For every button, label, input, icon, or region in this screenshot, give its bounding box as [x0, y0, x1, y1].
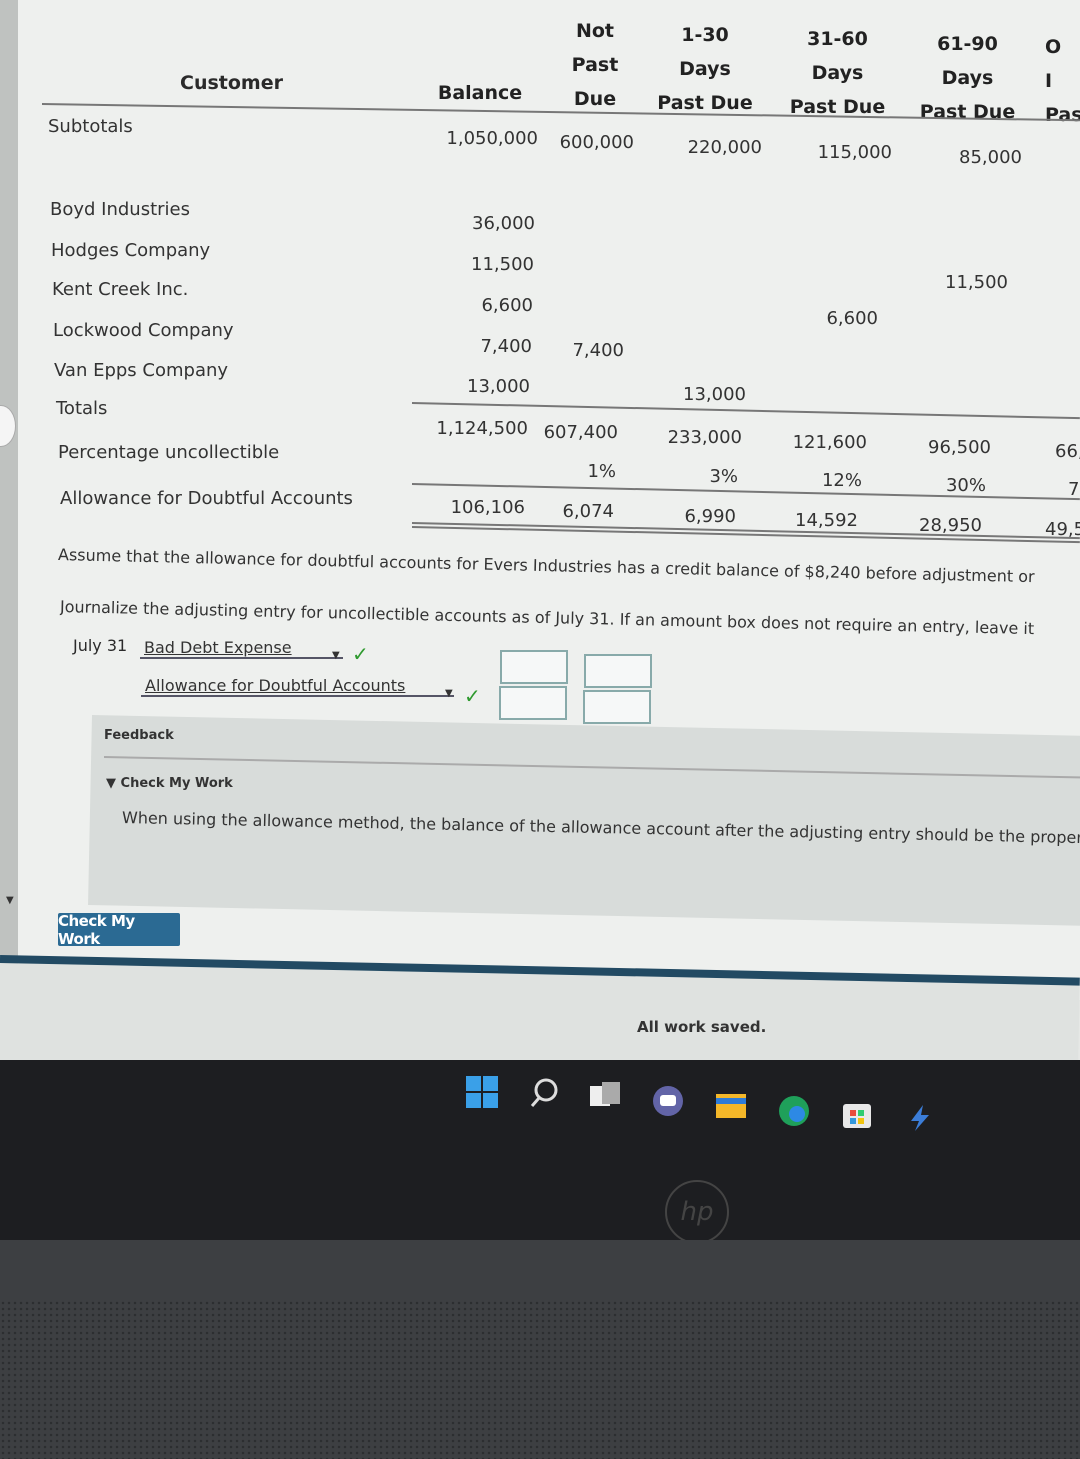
subtotal-61-90: 85,000 [959, 147, 1022, 168]
totals-label: Totals [56, 398, 108, 419]
save-status: All work saved. [637, 1018, 767, 1036]
header-not-past-due: Not Past Due [571, 20, 619, 110]
subtotals-label: Subtotals [48, 116, 133, 137]
credit-debit-amount-input[interactable] [499, 686, 567, 720]
hodges-61-90: 11,500 [945, 272, 1008, 293]
teams-chat-icon[interactable] [651, 1084, 685, 1118]
total-61-90: 96,500 [928, 437, 991, 458]
total-31-60: 121,600 [792, 432, 867, 453]
customer-kent-creek: Kent Creek Inc. [52, 279, 189, 300]
debit-amount-input[interactable] [500, 650, 568, 684]
kent-creek-31-60: 6,600 [826, 308, 878, 329]
lockwood-not-past-due: 7,400 [572, 340, 624, 361]
journal-date: July 31 [73, 636, 128, 655]
check-my-work-button[interactable]: Check My Work [58, 912, 180, 948]
subtotal-1-30: 220,000 [687, 137, 762, 158]
total-over-90: 66, [1055, 441, 1080, 462]
file-explorer-icon[interactable] [714, 1088, 748, 1122]
total-not-past-due: 607,400 [543, 422, 618, 443]
windows-start-icon[interactable] [465, 1075, 499, 1109]
checkmark-icon: ✓ [352, 642, 369, 666]
balance-hodges: 11,500 [471, 254, 534, 275]
chevron-down-icon[interactable]: ▼ [332, 650, 340, 661]
allowance-not-past-due: 6,074 [562, 501, 614, 522]
laptop-body [0, 1240, 1080, 1459]
scroll-handle[interactable] [0, 405, 16, 447]
percent-31-60: 12% [821, 470, 862, 491]
checkmark-icon: ✓ [464, 684, 481, 708]
speaker-grille [0, 1300, 1080, 1459]
total-1-30: 233,000 [667, 427, 742, 448]
customer-van-epps: Van Epps Company [54, 360, 229, 381]
subtotal-not-past-due: 600,000 [559, 132, 634, 153]
header-over-90-days: O I Pas [1045, 36, 1080, 126]
feedback-label: Feedback [104, 728, 174, 743]
allowance-label: Allowance for Doubtful Accounts [60, 488, 353, 509]
customer-hodges: Hodges Company [51, 240, 211, 261]
percentage-label: Percentage uncollectible [58, 442, 280, 463]
header-balance: Balance [437, 82, 523, 104]
credit-amount-input[interactable] [583, 690, 651, 724]
header-1-30-days: 1-30 Days Past Due [657, 24, 753, 114]
chevron-down-icon[interactable]: ▼ [445, 688, 453, 699]
customer-boyd: Boyd Industries [50, 199, 191, 220]
balance-kent-creek: 6,600 [481, 295, 533, 316]
feedback-section-title[interactable]: ▼ Check My Work [106, 776, 233, 791]
percent-1-30: 3% [709, 466, 738, 487]
app-icon[interactable] [903, 1101, 937, 1135]
edge-browser-icon[interactable] [777, 1094, 811, 1128]
header-31-60-days: 31-60 Days Past Due [789, 28, 886, 118]
triangle-down-icon: ▼ [106, 776, 121, 791]
balance-boyd: 36,000 [472, 213, 535, 234]
window-left-edge: ▼ [0, 0, 18, 1000]
allowance-31-60: 14,592 [795, 510, 858, 531]
allowance-1-30: 6,990 [684, 506, 736, 527]
header-61-90-days: 61-90 Days Past Due [919, 33, 1016, 123]
percent-61-90: 30% [945, 475, 986, 496]
debit-credit-amount-input[interactable] [584, 654, 652, 688]
task-view-icon[interactable] [588, 1080, 622, 1114]
store-icon[interactable] [840, 1098, 874, 1132]
header-customer: Customer [180, 72, 283, 94]
balance-van-epps: 13,000 [467, 376, 530, 397]
credit-account-select[interactable]: Allowance for Doubtful Accounts [141, 676, 454, 697]
subtotal-31-60: 115,000 [817, 142, 892, 163]
percent-not-past-due: 1% [587, 461, 616, 482]
chevron-down-icon[interactable]: ▼ [6, 895, 14, 906]
search-icon[interactable] [528, 1076, 562, 1110]
van-epps-1-30: 13,000 [683, 384, 746, 405]
debit-account-select[interactable]: Bad Debt Expense [140, 638, 343, 659]
customer-lockwood: Lockwood Company [53, 320, 234, 341]
hp-logo-icon: hp [665, 1180, 729, 1244]
subtotal-balance: 1,050,000 [446, 128, 538, 149]
